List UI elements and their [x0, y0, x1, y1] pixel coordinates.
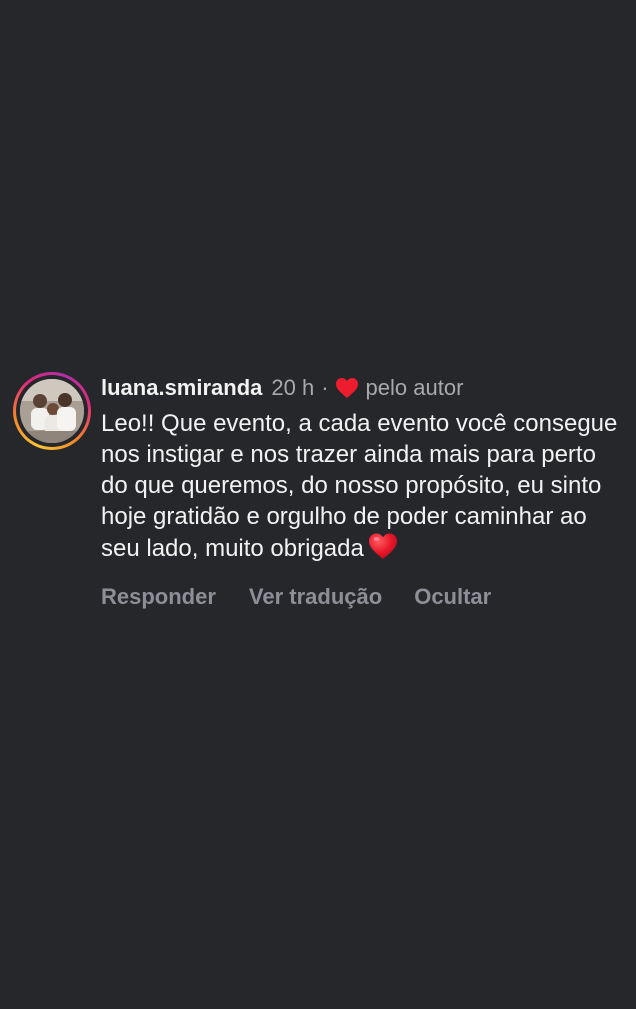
red-heart-emoji-icon — [368, 533, 397, 559]
translate-button[interactable]: Ver tradução — [249, 584, 382, 610]
avatar-photo — [20, 379, 84, 443]
separator: · — [321, 375, 329, 400]
comment-body: luana.smiranda 20 h · pelo autor Leo!! Q… — [101, 372, 621, 610]
screen: luana.smiranda 20 h · pelo autor Leo!! Q… — [0, 0, 636, 1009]
comment-text: Leo!! Que evento, a cada evento você con… — [101, 410, 618, 562]
comment-header: luana.smiranda 20 h · pelo autor — [101, 372, 621, 404]
avatar-story-ring[interactable] — [13, 372, 91, 450]
comment-actions: Responder Ver tradução Ocultar — [101, 584, 621, 610]
username[interactable]: luana.smiranda — [101, 372, 262, 404]
heart-icon — [335, 378, 358, 398]
liked-by-author-label: pelo autor — [365, 375, 464, 400]
timestamp: 20 h — [271, 375, 315, 400]
reply-button[interactable]: Responder — [101, 584, 216, 610]
hide-button[interactable]: Ocultar — [414, 584, 491, 610]
comment-text-block: Leo!! Que evento, a cada evento você con… — [101, 408, 621, 564]
avatar — [20, 379, 84, 443]
